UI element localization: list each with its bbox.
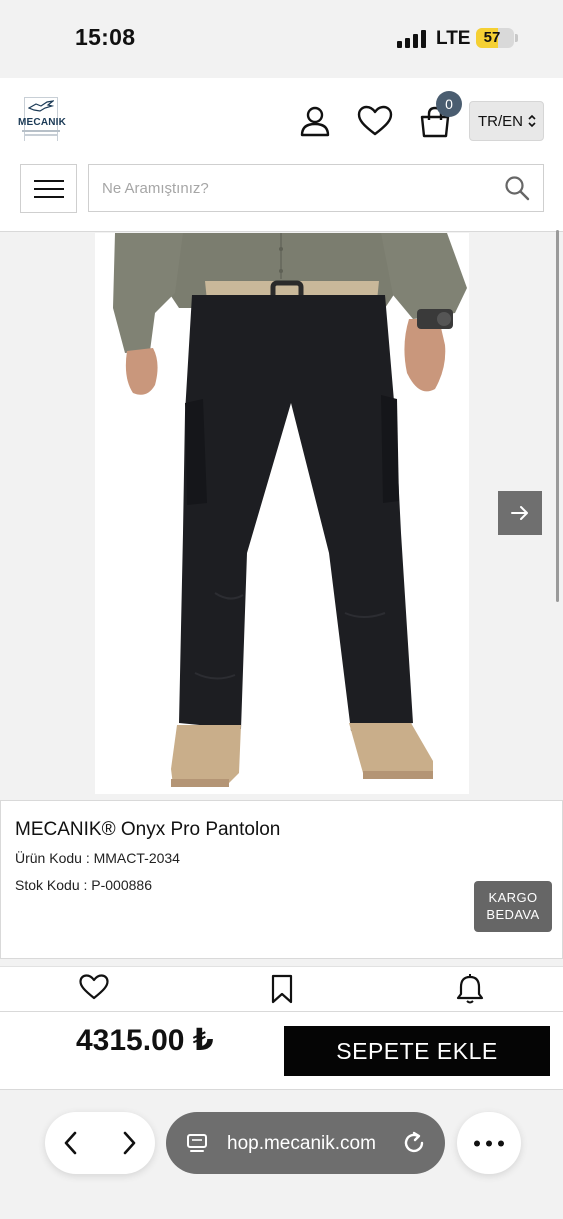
- badge-line-2: BEDAVA: [486, 907, 540, 922]
- badge-line-1: KARGO: [488, 890, 538, 905]
- eagle-logo-icon: [28, 100, 54, 112]
- scrollbar[interactable]: [556, 230, 559, 602]
- browser-toolbar: hop.mecanik.com: [0, 1091, 563, 1219]
- product-image[interactable]: [95, 233, 469, 794]
- battery-cap: [515, 34, 518, 42]
- status-bar: 15:08 LTE 57: [0, 0, 563, 78]
- search-input[interactable]: [89, 165, 489, 211]
- bookmark-icon[interactable]: [268, 973, 300, 1005]
- user-icon[interactable]: [299, 105, 331, 137]
- product-code: Ürün Kodu : MMACT-2034: [15, 850, 180, 866]
- reload-icon[interactable]: [401, 1130, 427, 1156]
- logo-tagline-line: [22, 130, 60, 132]
- browser-nav-pill: [45, 1112, 155, 1174]
- wishlist-heart-icon[interactable]: [357, 105, 393, 137]
- product-info: MECANIK® Onyx Pro Pantolon Ürün Kodu : M…: [0, 800, 563, 959]
- status-time: 15:08: [75, 24, 136, 50]
- more-button[interactable]: [457, 1112, 521, 1174]
- product-actions: [0, 966, 563, 1012]
- search-box: [88, 164, 544, 212]
- purchase-bar: 4315.00 ₺ SEPETE EKLE: [0, 1011, 563, 1090]
- logo[interactable]: MECANIK: [18, 96, 67, 144]
- search-icon[interactable]: [504, 175, 530, 201]
- favorite-heart-icon[interactable]: [78, 973, 110, 1005]
- product-photo: [113, 233, 467, 787]
- bell-icon-svg: [456, 974, 484, 1004]
- bookmark-icon-svg: [271, 974, 293, 1004]
- heart-icon-svg: [357, 105, 393, 136]
- user-icon-svg: [300, 106, 330, 137]
- battery-level: 57: [483, 29, 501, 46]
- product-title: MECANIK® Onyx Pro Pantolon: [15, 819, 281, 840]
- network-label: LTE: [436, 28, 471, 49]
- url-text: hop.mecanik.com: [227, 1133, 376, 1154]
- back-icon[interactable]: [58, 1128, 84, 1158]
- address-bar[interactable]: hop.mecanik.com: [166, 1112, 445, 1174]
- next-image-button[interactable]: [498, 491, 542, 535]
- language-label: TR/EN: [478, 113, 523, 130]
- site-header: MECANIK 0 TR/EN: [0, 78, 563, 232]
- add-to-cart-button[interactable]: SEPETE EKLE: [284, 1026, 550, 1076]
- product-gallery: [0, 233, 563, 799]
- language-select[interactable]: TR/EN: [469, 101, 544, 141]
- heart-icon: [79, 974, 109, 1000]
- logo-text: MECANIK: [18, 117, 67, 128]
- arrow-right-icon: [511, 506, 528, 520]
- bell-icon[interactable]: [455, 973, 487, 1005]
- battery-icon: 57: [476, 28, 514, 48]
- more-icon: [474, 1140, 504, 1147]
- logo-tagline-line: [25, 134, 57, 136]
- cart-count-badge: 0: [436, 91, 462, 117]
- tabs-icon[interactable]: [186, 1132, 208, 1154]
- hamburger-menu-icon[interactable]: [20, 164, 77, 213]
- forward-icon[interactable]: [116, 1128, 142, 1158]
- signal-icon: [397, 30, 427, 48]
- chevron-updown-icon: [528, 114, 536, 128]
- free-shipping-badge: KARGO BEDAVA: [474, 881, 552, 932]
- product-price: 4315.00 ₺: [76, 1024, 214, 1057]
- stock-code: Stok Kodu : P-000886: [15, 877, 152, 893]
